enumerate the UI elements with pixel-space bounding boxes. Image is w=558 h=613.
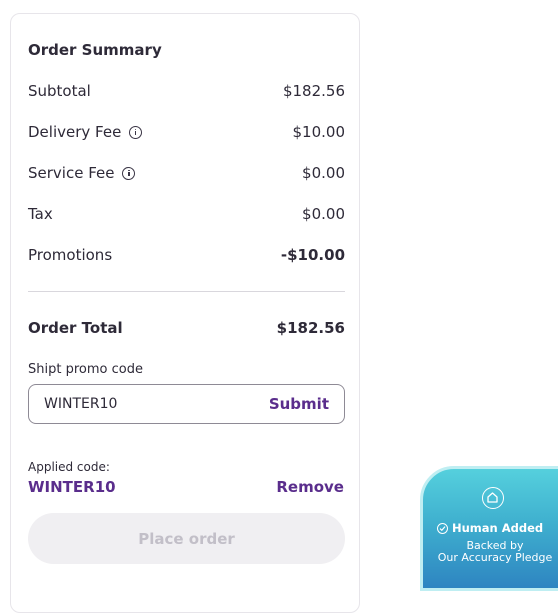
order-summary-card: Order Summary Subtotal $182.56 Delivery …	[10, 13, 360, 613]
order-total-value: $182.56	[276, 319, 345, 337]
badge-title: Human Added	[452, 521, 544, 535]
service-fee-label: Service Fee	[28, 164, 115, 182]
subtotal-row: Subtotal $182.56	[28, 80, 345, 102]
promotions-value: -$10.00	[280, 246, 345, 264]
delivery-fee-value: $10.00	[292, 123, 346, 141]
applied-code-label: Applied code:	[28, 460, 110, 474]
badge-line-2: Our Accuracy Pledge	[437, 551, 553, 564]
service-fee-value: $0.00	[302, 164, 345, 182]
tax-row: Tax $0.00	[28, 203, 345, 225]
delivery-fee-row: Delivery Fee $10.00	[28, 121, 345, 143]
promo-code-input[interactable]: WINTER10 Submit	[28, 384, 345, 424]
order-total-label: Order Total	[28, 319, 123, 337]
applied-code-value: WINTER10	[28, 478, 116, 496]
check-circle-icon	[437, 522, 448, 534]
promo-code-label: Shipt promo code	[28, 362, 143, 377]
order-summary-title: Order Summary	[28, 41, 162, 59]
human-added-badge[interactable]: Human Added Backed by Our Accuracy Pledg…	[420, 466, 558, 591]
home-icon	[482, 487, 504, 509]
info-icon[interactable]	[129, 125, 143, 139]
tax-label: Tax	[28, 205, 53, 223]
delivery-fee-label: Delivery Fee	[28, 123, 122, 141]
info-icon[interactable]	[122, 166, 136, 180]
place-order-button[interactable]: Place order	[28, 513, 345, 564]
order-total-row: Order Total $182.56	[28, 317, 345, 339]
divider	[28, 291, 345, 292]
subtotal-label: Subtotal	[28, 82, 91, 100]
promo-code-value[interactable]: WINTER10	[44, 396, 117, 412]
tax-value: $0.00	[302, 205, 345, 223]
promotions-label: Promotions	[28, 246, 113, 264]
submit-promo-button[interactable]: Submit	[269, 395, 329, 413]
remove-promo-button[interactable]: Remove	[276, 478, 344, 496]
promotions-row: Promotions -$10.00	[28, 244, 345, 266]
subtotal-value: $182.56	[282, 82, 345, 100]
service-fee-row: Service Fee $0.00	[28, 162, 345, 184]
